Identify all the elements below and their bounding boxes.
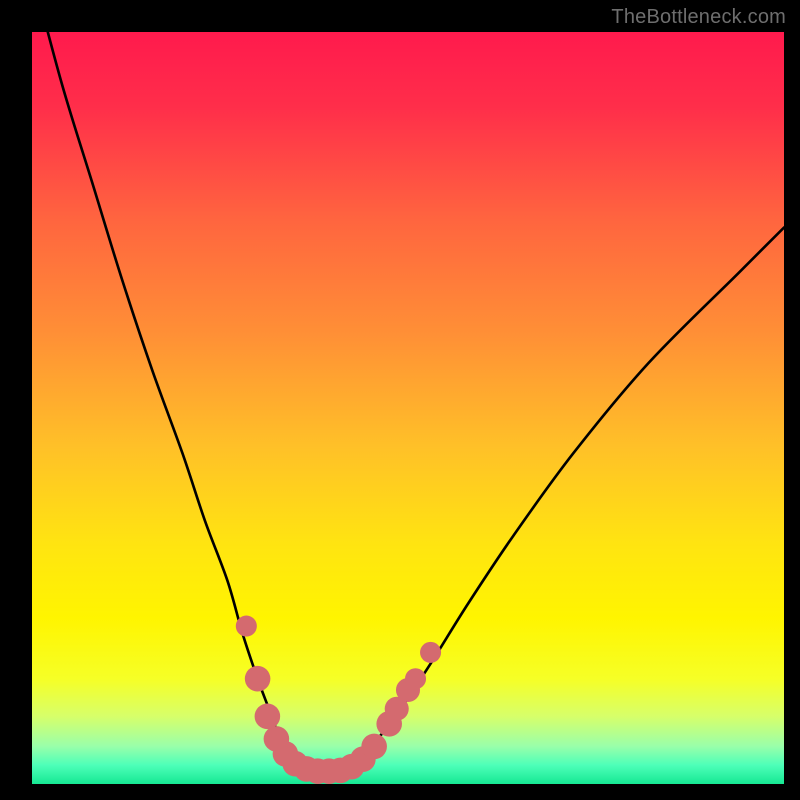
chart-frame: TheBottleneck.com [0,0,800,800]
watermark-text: TheBottleneck.com [611,6,786,29]
data-marker [420,642,441,663]
plot-area [32,32,784,784]
data-marker [255,704,281,730]
bottleneck-curve [32,32,784,784]
data-marker [361,734,387,760]
data-marker [236,616,257,637]
data-marker [405,668,426,689]
data-marker [245,666,271,692]
